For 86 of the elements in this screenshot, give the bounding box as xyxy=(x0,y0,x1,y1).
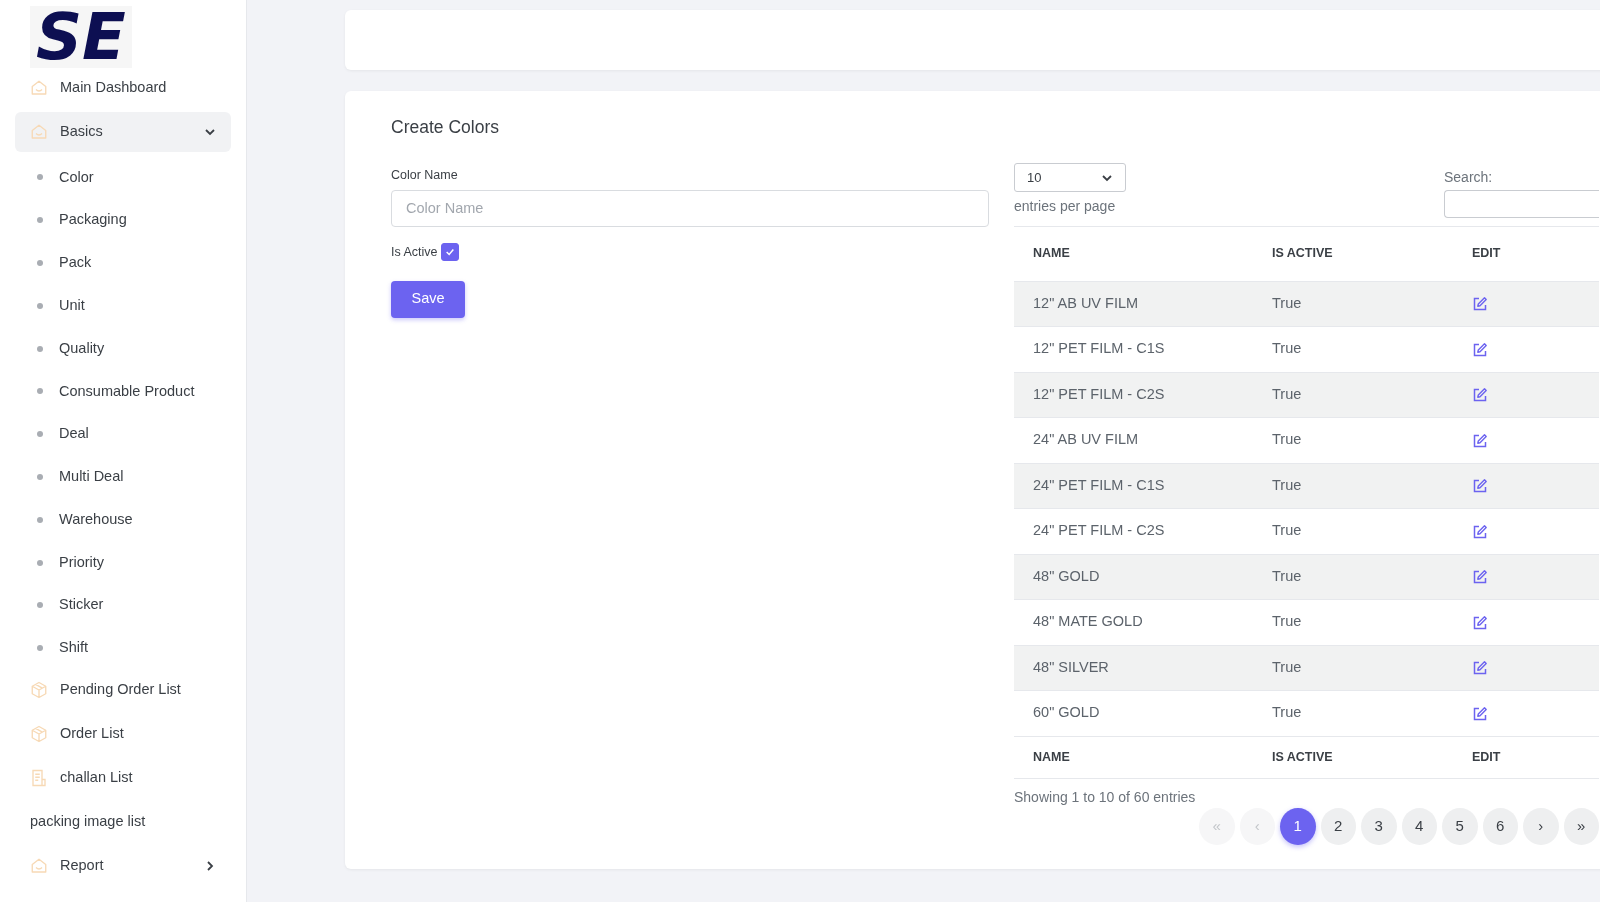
sidebar-subitem[interactable]: Priority xyxy=(15,541,231,584)
sidebar-item[interactable]: Basics xyxy=(15,112,231,152)
sidebar-item[interactable]: Main Dashboard xyxy=(15,68,231,108)
sidebar-item[interactable]: challan List xyxy=(15,757,231,798)
bullet-icon xyxy=(37,302,43,309)
edit-icon[interactable] xyxy=(1472,387,1488,404)
bullet-icon xyxy=(37,345,43,352)
page-button[interactable]: 1 xyxy=(1280,807,1316,845)
color-name-field[interactable]: Color Name xyxy=(391,189,989,227)
house-icon xyxy=(30,856,48,875)
check-icon xyxy=(444,247,455,258)
bullet-icon xyxy=(37,431,43,438)
table-cell: True xyxy=(1253,463,1453,509)
search-label: Search: xyxy=(1444,168,1494,187)
sidebar-subitem[interactable]: Multi Deal xyxy=(15,455,231,499)
bullet-icon xyxy=(37,602,43,609)
sidebar-subitem[interactable]: Warehouse xyxy=(15,498,231,542)
table-cell: True xyxy=(1253,372,1453,418)
table-cell: 12" PET FILM - C2S xyxy=(1014,372,1253,418)
sidebar-subitem[interactable]: Quality xyxy=(15,327,231,370)
document-icon xyxy=(30,768,48,787)
bullet-icon xyxy=(37,473,43,480)
bullet-icon xyxy=(37,388,43,395)
bullet-icon xyxy=(37,559,43,566)
box-icon xyxy=(30,724,48,743)
edit-icon[interactable] xyxy=(1472,296,1488,313)
sidebar-subitem[interactable]: Unit xyxy=(15,284,231,328)
entries-info: Showing 1 to 10 of 60 entries xyxy=(1014,787,1197,807)
sidebar-subitem[interactable]: Deal xyxy=(15,412,231,456)
checkbox[interactable] xyxy=(440,243,459,262)
edit-icon[interactable] xyxy=(1472,705,1488,722)
sidebar-subitem[interactable]: Packaging xyxy=(15,198,231,242)
sidebar-subitem[interactable]: Color xyxy=(15,156,231,199)
bullet-icon xyxy=(37,516,43,523)
sidebar-item[interactable]: Report xyxy=(15,845,231,886)
table-cell: True xyxy=(1253,281,1453,327)
bullet-icon xyxy=(37,217,43,224)
search-field[interactable] xyxy=(1444,190,1599,218)
page-button[interactable]: 4 xyxy=(1401,807,1437,845)
bullet-icon xyxy=(37,645,43,652)
edit-icon[interactable] xyxy=(1472,660,1488,677)
edit-icon[interactable] xyxy=(1472,341,1488,358)
sidebar-item[interactable]: Pending Order List xyxy=(15,669,231,710)
card-title: Create Colors xyxy=(391,117,500,138)
sidebar-subitem[interactable]: Consumable Product xyxy=(15,370,231,413)
column-header: NAME xyxy=(1014,227,1253,281)
logo: SE xyxy=(30,6,132,68)
page-button[interactable]: 3 xyxy=(1361,807,1397,845)
page-button[interactable]: 5 xyxy=(1442,807,1478,845)
page-size-label: entries per page xyxy=(1014,197,1117,216)
table-cell: True xyxy=(1253,645,1453,691)
bullet-icon xyxy=(37,174,43,181)
page-button[interactable]: › xyxy=(1523,807,1559,845)
table-cell: 48" GOLD xyxy=(1014,554,1253,600)
table-cell: True xyxy=(1253,690,1453,736)
house-icon xyxy=(30,123,48,141)
column-footer: IS ACTIVE xyxy=(1253,736,1453,778)
column-header: IS ACTIVE xyxy=(1253,227,1453,281)
table-cell: 24" PET FILM - C1S xyxy=(1014,463,1253,509)
house-icon xyxy=(30,79,48,97)
table-cell: True xyxy=(1253,554,1453,600)
page-size-select[interactable]: 10 xyxy=(1014,163,1126,192)
sidebar-item[interactable]: Order List xyxy=(15,713,231,754)
page-button[interactable]: 6 xyxy=(1482,807,1518,845)
page-button[interactable]: » xyxy=(1563,807,1599,845)
checkbox-label: Is Active xyxy=(391,243,438,261)
column-footer: NAME xyxy=(1014,736,1253,778)
save-button[interactable]: Save xyxy=(391,280,465,318)
edit-icon[interactable] xyxy=(1472,432,1488,449)
edit-icon[interactable] xyxy=(1472,569,1488,586)
edit-icon[interactable] xyxy=(1472,523,1488,540)
sidebar-item[interactable]: packing image list xyxy=(15,801,231,842)
table-cell: 48" SILVER xyxy=(1014,645,1253,691)
sidebar-subitem[interactable]: Sticker xyxy=(15,583,231,627)
table-cell: 60" GOLD xyxy=(1014,690,1253,736)
edit-icon[interactable] xyxy=(1472,478,1488,495)
column-footer: EDIT xyxy=(1453,736,1599,778)
page-button[interactable]: 2 xyxy=(1320,807,1356,845)
table-cell: 12" AB UV FILM xyxy=(1014,281,1253,327)
bullet-icon xyxy=(37,260,43,266)
edit-icon[interactable] xyxy=(1472,614,1488,631)
field-label: Color Name xyxy=(391,167,459,184)
column-header: EDIT xyxy=(1453,227,1599,281)
box-icon xyxy=(30,680,48,699)
sidebar-subitem[interactable]: Shift xyxy=(15,626,231,670)
sidebar-subitem[interactable]: Pack xyxy=(15,241,231,285)
